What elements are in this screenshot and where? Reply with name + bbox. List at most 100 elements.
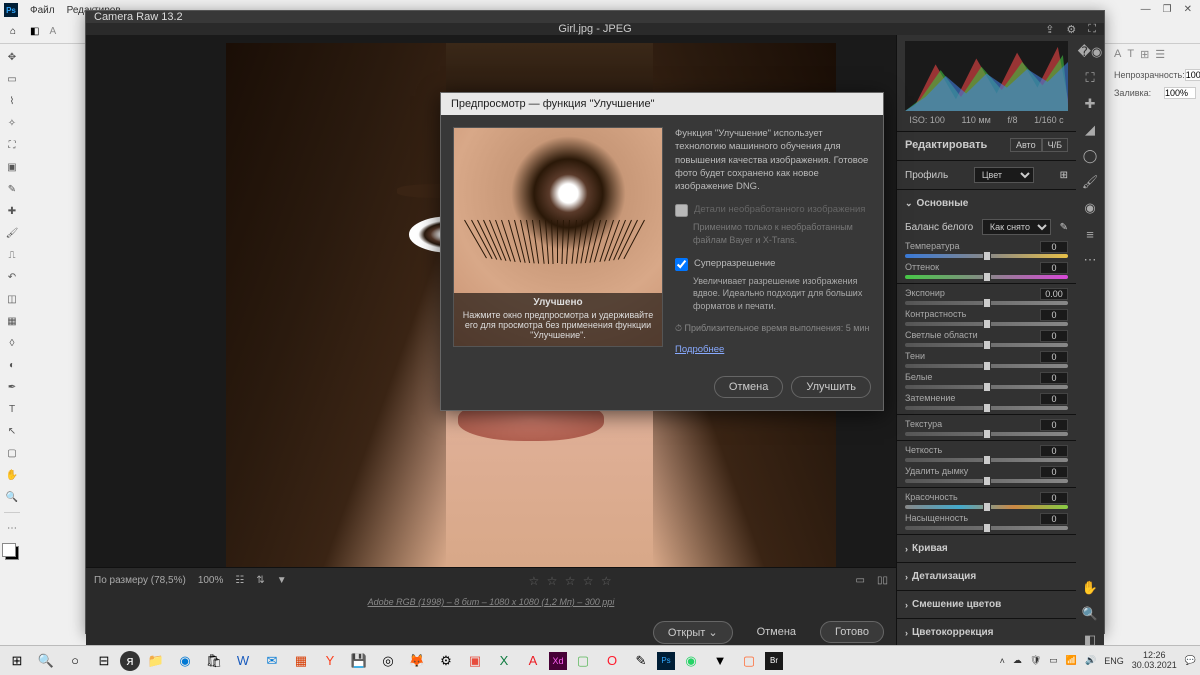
history-brush-icon[interactable]: ↶ (3, 268, 21, 286)
mail-icon[interactable]: ✉ (259, 648, 285, 674)
section-Цветокоррекция[interactable]: Цветокоррекция (897, 621, 1076, 644)
blur-tool-icon[interactable]: ◊ (3, 334, 21, 352)
glyph-panel-icon[interactable]: ⊞ (1140, 48, 1149, 61)
tray-onedrive-icon[interactable]: ☁ (1013, 655, 1022, 666)
minimize-button[interactable]: — (1141, 4, 1151, 15)
marquee-tool-icon[interactable]: ▭ (3, 70, 21, 88)
taskview-icon[interactable]: ⊟ (91, 648, 117, 674)
dialog-cancel-button[interactable]: Отмена (714, 376, 783, 398)
chrome-icon[interactable]: ◎ (375, 648, 401, 674)
zoom-fit-label[interactable]: По размеру (78,5%) (94, 575, 186, 586)
sort-icon[interactable]: ⇅ (256, 575, 264, 586)
home-icon[interactable]: ⌂ (6, 25, 20, 39)
presets-tab-icon[interactable]: ≡ (1081, 225, 1099, 243)
slider-tint[interactable]: Оттенок0 (897, 260, 1076, 281)
slider-clar[interactable]: Четкость0 (897, 443, 1076, 464)
fill-input[interactable] (1164, 87, 1196, 99)
acrobat-icon[interactable]: A (520, 648, 546, 674)
totalcmd-icon[interactable]: 💾 (346, 648, 372, 674)
slider-sat[interactable]: Насыщенность0 (897, 511, 1076, 532)
slider-vib[interactable]: Красочность0 (897, 490, 1076, 511)
before-after-icon[interactable]: ▯▯ (877, 575, 888, 586)
heal-tab-icon[interactable]: ✚ (1081, 95, 1099, 113)
wand-tool-icon[interactable]: ✧ (3, 114, 21, 132)
para-panel-icon[interactable]: T (1127, 48, 1134, 61)
ps-taskbar-icon[interactable]: Ps (657, 652, 675, 670)
edit-tab-icon[interactable]: �◉ (1081, 43, 1099, 61)
slider-black[interactable]: Затемнение0 (897, 391, 1076, 412)
settings-icon[interactable]: ⚙ (433, 648, 459, 674)
fullscreen-icon[interactable]: ⛶ (1088, 23, 1096, 36)
search-icon[interactable]: 🔍 (33, 648, 59, 674)
wb-select[interactable]: Как снято (982, 219, 1051, 235)
opera-icon[interactable]: O (599, 648, 625, 674)
section-Детализация[interactable]: Детализация (897, 565, 1076, 588)
start-icon[interactable]: ⊞ (4, 648, 30, 674)
slider-shad[interactable]: Тени0 (897, 349, 1076, 370)
wb-picker-icon[interactable]: ✎ (1060, 222, 1068, 233)
tray-up-icon[interactable]: ˄ (1000, 656, 1005, 666)
auto-button[interactable]: Авто (1010, 138, 1042, 152)
tray-battery-icon[interactable]: ▭ (1049, 655, 1058, 666)
xd-icon[interactable]: Xd (549, 652, 567, 670)
redeye-tab-icon[interactable]: ◉ (1081, 199, 1099, 217)
app3-icon[interactable]: ▼ (707, 648, 733, 674)
tray-notif-icon[interactable]: 💬 (1185, 655, 1196, 666)
eyedropper-tool-icon[interactable]: ✎ (3, 180, 21, 198)
slider-contrast[interactable]: Контрастность0 (897, 307, 1076, 328)
path-tool-icon[interactable]: ↖ (3, 422, 21, 440)
settings-icon[interactable]: ⚙ (1066, 23, 1076, 36)
zoom-tool-icon[interactable]: 🔍 (3, 488, 21, 506)
done-button[interactable]: Готово (820, 621, 884, 643)
open-button[interactable]: Открыт ⌄ (653, 621, 733, 644)
slider-dehaze[interactable]: Удалить дымку0 (897, 464, 1076, 485)
learn-more-link[interactable]: Подробнее (675, 344, 724, 355)
filter-icon[interactable]: ▼ (277, 575, 287, 586)
brush-tool-icon[interactable]: 🖌 (3, 224, 21, 242)
crop-tab-icon[interactable]: ⛶ (1081, 69, 1099, 87)
cancel-button[interactable]: Отмена (743, 622, 810, 642)
frame-tool-icon[interactable]: ▣ (3, 158, 21, 176)
profile-select[interactable]: Цвет (974, 167, 1034, 183)
super-res-checkbox[interactable] (675, 258, 688, 271)
more-panel-icon[interactable]: ☰ (1155, 48, 1165, 61)
maximize-button[interactable]: ❐ (1163, 4, 1172, 15)
stamp-tool-icon[interactable]: ⎍ (3, 246, 21, 264)
rating-stars[interactable]: ☆ ☆ ☆ ☆ ☆ (529, 574, 614, 588)
camtasia-icon[interactable]: ▢ (570, 648, 596, 674)
app1-icon[interactable]: ▣ (462, 648, 488, 674)
calendar-icon[interactable]: ▦ (288, 648, 314, 674)
bw-button[interactable]: Ч/Б (1042, 138, 1068, 152)
radial-tab-icon[interactable]: ◯ (1081, 147, 1099, 165)
lasso-tool-icon[interactable]: ⌇ (3, 92, 21, 110)
slider-high[interactable]: Светлые области0 (897, 328, 1076, 349)
shape-tool-icon[interactable]: ▢ (3, 444, 21, 462)
whatsapp-icon[interactable]: ◉ (678, 648, 704, 674)
compare-icon[interactable]: ▭ (856, 575, 865, 586)
tray-lang[interactable]: ENG (1104, 656, 1124, 666)
edit-toolbar-icon[interactable]: ⋯ (3, 519, 21, 537)
gradient-tool-icon[interactable]: ▦ (3, 312, 21, 330)
br-icon[interactable]: Br (765, 652, 783, 670)
excel-icon[interactable]: X (491, 648, 517, 674)
cortana-icon[interactable]: ○ (62, 648, 88, 674)
yandex-icon[interactable]: я (120, 651, 140, 671)
explorer-icon[interactable]: 📁 (143, 648, 169, 674)
dialog-enhance-button[interactable]: Улучшить (791, 376, 871, 398)
store-icon[interactable]: 🛍 (201, 648, 227, 674)
export-icon[interactable]: ⇪ (1045, 23, 1054, 36)
hand-tool-icon[interactable]: ✋ (3, 466, 21, 484)
tray-defender-icon[interactable]: 🛡 (1030, 655, 1041, 666)
cr-image-info[interactable]: Adobe RGB (1998) – 8 бит – 1080 x 1080 (… (86, 593, 896, 615)
close-button[interactable]: ✕ (1184, 4, 1192, 15)
pen-tool-icon[interactable]: ✒ (3, 378, 21, 396)
edge-icon[interactable]: ◉ (172, 648, 198, 674)
firefox-icon[interactable]: 🦊 (404, 648, 430, 674)
tray-wifi-icon[interactable]: 📶 (1066, 655, 1077, 666)
profile-browse-icon[interactable]: ⊞ (1060, 170, 1068, 181)
dodge-tool-icon[interactable]: ◐ (3, 356, 21, 374)
enhance-preview[interactable]: Улучшено Нажмите окно предпросмотра и уд… (453, 127, 663, 347)
section-Кривая[interactable]: Кривая (897, 537, 1076, 560)
filmstrip-icon[interactable]: ☷ (235, 575, 244, 586)
slider-expo[interactable]: Экспонир0.00 (897, 286, 1076, 307)
